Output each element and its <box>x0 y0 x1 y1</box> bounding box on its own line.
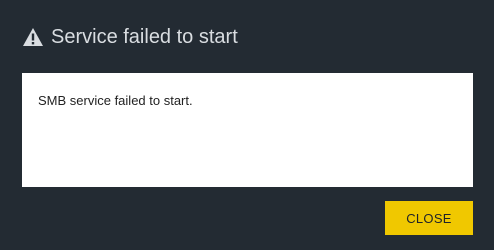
dialog-header: Service failed to start <box>22 22 238 52</box>
warning-icon <box>22 27 44 47</box>
dialog-title: Service failed to start <box>51 26 238 48</box>
dialog-message: SMB service failed to start. <box>38 93 193 108</box>
dialog-body: SMB service failed to start. <box>22 73 473 187</box>
close-button[interactable]: CLOSE <box>385 201 473 235</box>
error-dialog: Service failed to start SMB service fail… <box>0 0 494 250</box>
